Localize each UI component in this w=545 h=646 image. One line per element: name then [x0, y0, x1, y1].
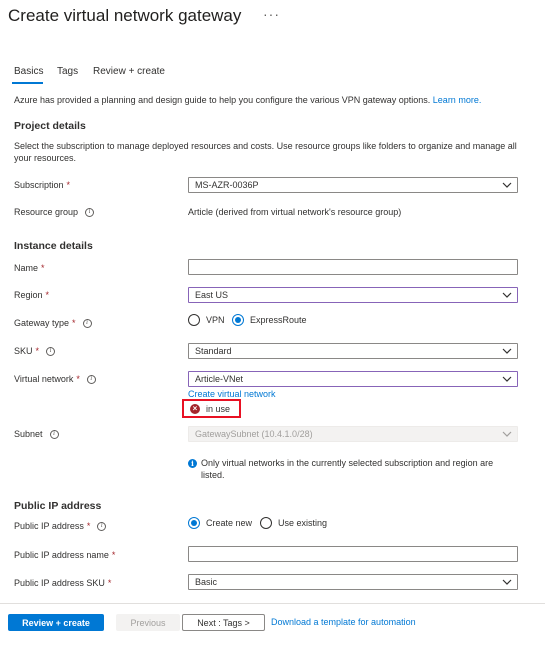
subnet-info-message: i Only virtual networks in the currently… — [188, 457, 518, 481]
project-details-heading: Project details — [14, 120, 86, 132]
active-tab-indicator — [12, 82, 43, 84]
subscription-value: MS-AZR-0036P — [195, 180, 259, 190]
sku-select[interactable]: Standard — [188, 343, 518, 359]
subnet-label: Subnet i — [14, 429, 59, 439]
required-marker: * — [111, 550, 116, 560]
virtual-network-label: Virtual network * i — [14, 374, 96, 384]
error-icon: × — [190, 403, 200, 414]
chevron-down-icon — [502, 182, 512, 188]
next-tags-button[interactable]: Next : Tags > — [182, 614, 265, 631]
name-label: Name * — [14, 263, 45, 273]
subnet-info-text: Only virtual networks in the currently s… — [201, 458, 494, 480]
required-marker: * — [41, 263, 45, 273]
name-input[interactable] — [188, 259, 518, 275]
subnet-value: GatewaySubnet (10.4.1.0/28) — [195, 429, 313, 439]
intro-description: Azure has provided a planning and design… — [14, 95, 431, 105]
learn-more-link[interactable]: Learn more. — [433, 95, 482, 105]
footer-divider — [0, 603, 545, 604]
info-icon[interactable]: i — [97, 521, 107, 531]
public-ip-address-label: Public IP address * i — [14, 521, 107, 531]
public-ip-sku-label-text: Public IP address SKU — [14, 578, 105, 588]
public-ip-create-new-option[interactable]: Create new — [188, 517, 252, 529]
expressroute-radio-label: ExpressRoute — [250, 315, 307, 325]
more-options-button[interactable]: ··· — [263, 6, 280, 22]
virtual-network-select[interactable]: Article-VNet — [188, 371, 518, 387]
region-value: East US — [195, 290, 229, 300]
required-marker: * — [35, 346, 40, 356]
create-new-radio-label: Create new — [206, 518, 253, 528]
download-template-link[interactable]: Download a template for automation — [271, 617, 416, 627]
review-create-button[interactable]: Review + create — [8, 614, 104, 631]
sku-label-text: SKU — [14, 346, 33, 356]
public-ip-use-existing-option[interactable]: Use existing — [260, 517, 327, 529]
public-ip-name-label-text: Public IP address name — [14, 550, 109, 560]
region-label-text: Region — [14, 290, 43, 300]
tab-review-create[interactable]: Review + create — [93, 66, 165, 77]
resource-group-label-text: Resource group — [14, 207, 79, 217]
subnet-label-text: Subnet — [14, 429, 43, 439]
required-marker: * — [107, 578, 112, 588]
info-icon: i — [188, 459, 197, 468]
vpn-radio[interactable] — [188, 314, 200, 326]
tab-basics[interactable]: Basics — [14, 66, 43, 77]
subnet-select: GatewaySubnet (10.4.1.0/28) — [188, 426, 518, 442]
virtual-network-label-text: Virtual network — [14, 374, 74, 384]
public-ip-address-label-text: Public IP address — [14, 521, 84, 531]
required-marker: * — [66, 180, 71, 190]
vpn-radio-label: VPN — [206, 315, 225, 325]
required-marker: * — [76, 374, 80, 384]
gateway-type-vpn-option[interactable]: VPN — [188, 314, 225, 326]
chevron-down-icon — [502, 431, 512, 437]
chevron-down-icon — [502, 292, 512, 298]
info-icon[interactable]: i — [46, 346, 56, 356]
required-marker: * — [86, 521, 91, 531]
public-ip-sku-select[interactable]: Basic — [188, 574, 518, 590]
required-marker: * — [72, 318, 76, 328]
tab-tags[interactable]: Tags — [57, 66, 78, 77]
public-ip-name-label: Public IP address name * — [14, 550, 115, 560]
sku-value: Standard — [195, 346, 232, 356]
resource-group-value: Article (derived from virtual network's … — [188, 207, 402, 217]
gateway-type-expressroute-option[interactable]: ExpressRoute — [232, 314, 307, 326]
region-label: Region * — [14, 290, 49, 300]
subscription-label: Subscription * — [14, 180, 70, 190]
instance-details-heading: Instance details — [14, 240, 93, 252]
sku-label: SKU * i — [14, 346, 56, 356]
create-new-radio[interactable] — [188, 517, 200, 529]
name-label-text: Name — [14, 263, 39, 273]
info-icon[interactable]: i — [86, 374, 96, 384]
public-ip-sku-label: Public IP address SKU * — [14, 578, 111, 588]
project-details-description: Select the subscription to manage deploy… — [14, 141, 517, 163]
public-ip-sku-value: Basic — [195, 577, 218, 587]
info-icon[interactable]: i — [49, 429, 59, 439]
virtual-network-value: Article-VNet — [195, 374, 244, 384]
intro-text: Azure has provided a planning and design… — [14, 95, 481, 105]
gateway-type-label-text: Gateway type — [14, 318, 70, 328]
public-ip-heading: Public IP address — [14, 500, 102, 512]
chevron-down-icon — [502, 348, 512, 354]
required-marker: * — [45, 290, 50, 300]
chevron-down-icon — [502, 376, 512, 382]
resource-group-label: Resource group i — [14, 207, 95, 217]
region-select[interactable]: East US — [188, 287, 518, 303]
use-existing-radio-label: Use existing — [278, 518, 328, 528]
virtual-network-error: × in use — [182, 399, 241, 418]
public-ip-name-input[interactable] — [188, 546, 518, 562]
info-icon[interactable]: i — [82, 318, 92, 328]
expressroute-radio[interactable] — [232, 314, 244, 326]
subscription-label-text: Subscription — [14, 180, 64, 190]
gateway-type-label: Gateway type * i — [14, 318, 92, 328]
create-virtual-network-link[interactable]: Create virtual network — [188, 389, 276, 399]
page-title: Create virtual network gateway — [8, 6, 242, 25]
use-existing-radio[interactable] — [260, 517, 272, 529]
previous-button: Previous — [116, 614, 180, 631]
error-message: in use — [206, 403, 231, 414]
info-icon[interactable]: i — [85, 207, 95, 217]
chevron-down-icon — [502, 579, 512, 585]
subscription-select[interactable]: MS-AZR-0036P — [188, 177, 518, 193]
